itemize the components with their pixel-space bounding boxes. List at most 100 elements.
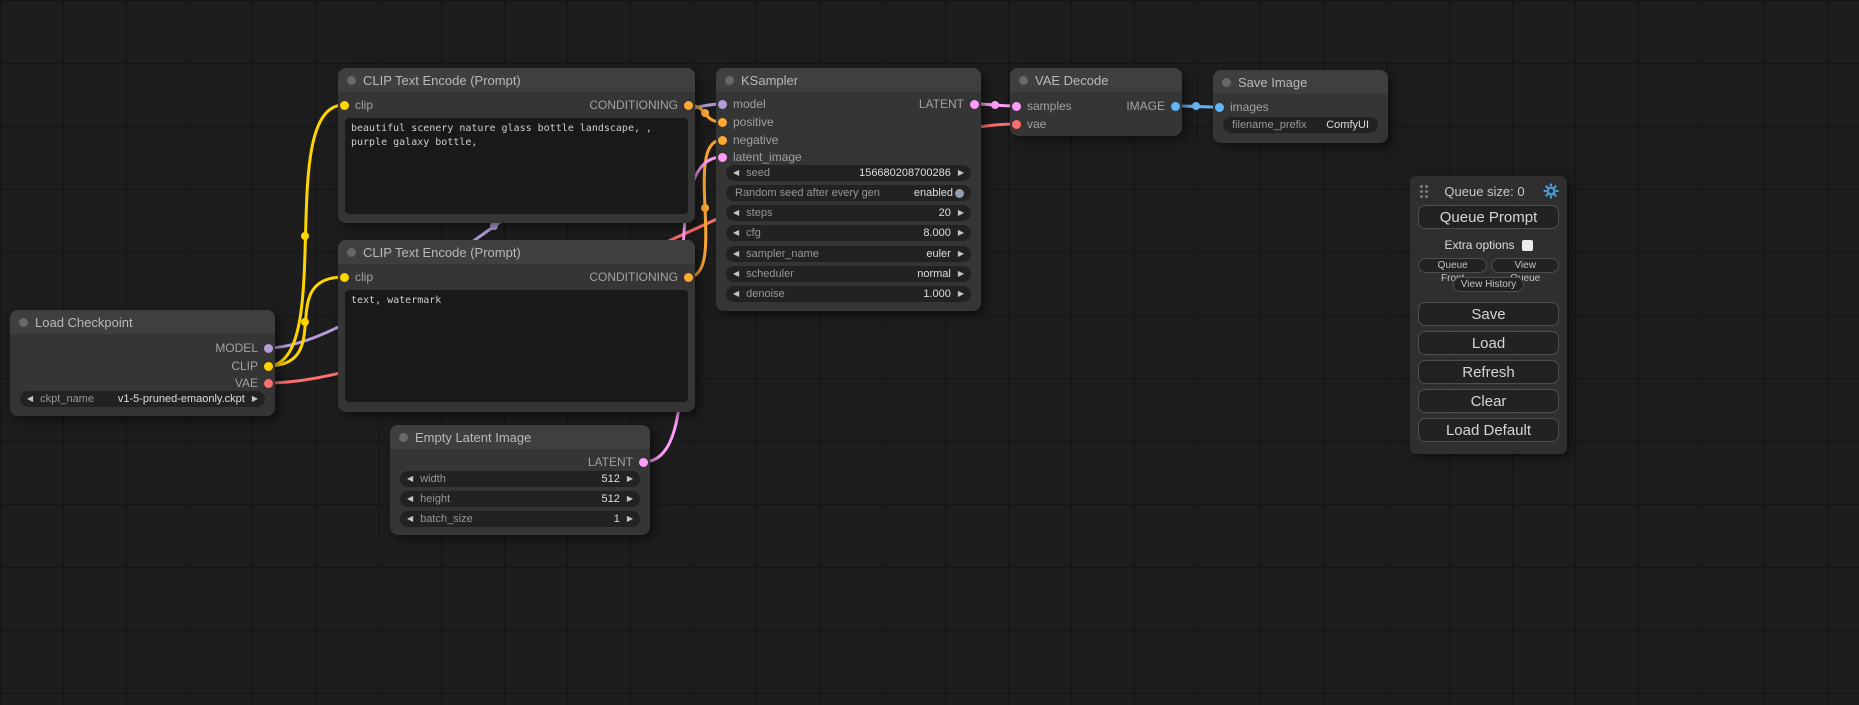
widget-name: width — [420, 473, 446, 485]
negative-prompt-textarea[interactable]: text, watermark — [345, 290, 688, 402]
arrow-right-icon[interactable]: ▶ — [252, 395, 258, 403]
arrow-left-icon[interactable]: ◀ — [733, 229, 739, 237]
collapse-toggle[interactable] — [1222, 78, 1231, 87]
node-clip-text-encode-negative[interactable]: CLIP Text Encode (Prompt) clip CONDITION… — [338, 240, 695, 412]
queue-front-button[interactable]: Queue Front — [1418, 258, 1487, 273]
collapse-toggle[interactable] — [347, 248, 356, 257]
load-default-button[interactable]: Load Default — [1418, 418, 1559, 442]
arrow-left-icon[interactable]: ◀ — [733, 250, 739, 258]
output-slot-latent: LATENT — [919, 96, 979, 112]
latent-image-input-dot[interactable] — [718, 153, 727, 162]
arrow-right-icon[interactable]: ▶ — [958, 270, 964, 278]
collapse-toggle[interactable] — [725, 76, 734, 85]
clip-input-dot[interactable] — [340, 273, 349, 282]
vae-input-dot[interactable] — [1012, 120, 1021, 129]
input-slot-label: negative — [733, 133, 778, 147]
vae-output-dot[interactable] — [264, 379, 273, 388]
node-vae-decode[interactable]: VAE Decode samples vae IMAGE — [1010, 68, 1182, 136]
refresh-button[interactable]: Refresh — [1418, 360, 1559, 384]
latent-output-dot[interactable] — [639, 458, 648, 467]
queue-prompt-button[interactable]: Queue Prompt — [1418, 205, 1559, 229]
denoise-stepper[interactable]: ◀ denoise 1.000 ▶ — [726, 286, 971, 302]
images-input-dot[interactable] — [1215, 103, 1224, 112]
node-graph-canvas[interactable]: Load Checkpoint MODEL CLIP VAE ◀ ckpt_na… — [0, 0, 1859, 705]
widget-name: sampler_name — [746, 248, 819, 260]
view-queue-button[interactable]: View Queue — [1491, 258, 1559, 273]
node-title-bar[interactable]: VAE Decode — [1010, 68, 1182, 92]
ckpt-name-combo[interactable]: ◀ ckpt_name v1-5-pruned-emaonly.ckpt ▶ — [20, 391, 265, 407]
collapse-toggle[interactable] — [347, 76, 356, 85]
seed-stepper[interactable]: ◀ seed 156680208700286 ▶ — [726, 165, 971, 181]
node-title-bar[interactable]: Save Image — [1213, 70, 1388, 94]
collapse-toggle[interactable] — [19, 318, 28, 327]
arrow-left-icon[interactable]: ◀ — [27, 395, 33, 403]
arrow-left-icon[interactable]: ◀ — [733, 169, 739, 177]
node-title: CLIP Text Encode (Prompt) — [363, 73, 521, 88]
load-button[interactable]: Load — [1418, 331, 1559, 355]
samples-input-dot[interactable] — [1012, 102, 1021, 111]
node-ksampler[interactable]: KSampler model positive negative latent_… — [716, 68, 981, 311]
width-stepper[interactable]: ◀ width 512 ▶ — [400, 471, 640, 487]
arrow-right-icon[interactable]: ▶ — [627, 495, 633, 503]
steps-stepper[interactable]: ◀ steps 20 ▶ — [726, 205, 971, 221]
save-button[interactable]: Save — [1418, 302, 1559, 326]
filename-prefix-field[interactable]: filename_prefix ComfyUI — [1223, 117, 1378, 133]
arrow-right-icon[interactable]: ▶ — [958, 229, 964, 237]
node-clip-text-encode-positive[interactable]: CLIP Text Encode (Prompt) clip CONDITION… — [338, 68, 695, 223]
arrow-left-icon[interactable]: ◀ — [733, 209, 739, 217]
arrow-right-icon[interactable]: ▶ — [627, 475, 633, 483]
node-title-bar[interactable]: KSampler — [716, 68, 981, 92]
arrow-right-icon[interactable]: ▶ — [627, 515, 633, 523]
latent-output-dot[interactable] — [970, 100, 979, 109]
positive-prompt-textarea[interactable]: beautiful scenery nature glass bottle la… — [345, 118, 688, 214]
height-stepper[interactable]: ◀ height 512 ▶ — [400, 491, 640, 507]
input-slot-clip: clip — [340, 97, 373, 113]
model-input-dot[interactable] — [718, 100, 727, 109]
arrow-left-icon[interactable]: ◀ — [733, 290, 739, 298]
arrow-right-icon[interactable]: ▶ — [958, 209, 964, 217]
conditioning-output-dot[interactable] — [684, 101, 693, 110]
arrow-left-icon[interactable]: ◀ — [407, 495, 413, 503]
node-title-bar[interactable]: Empty Latent Image — [390, 425, 650, 449]
view-history-button[interactable]: View History — [1453, 277, 1524, 292]
widget-value: 512 — [601, 473, 619, 485]
widget-name: ckpt_name — [40, 393, 94, 405]
input-slot-vae: vae — [1012, 116, 1046, 132]
collapse-toggle[interactable] — [399, 433, 408, 442]
node-title-bar[interactable]: CLIP Text Encode (Prompt) — [338, 240, 695, 264]
output-slot-conditioning: CONDITIONING — [589, 97, 693, 113]
positive-input-dot[interactable] — [718, 118, 727, 127]
node-empty-latent-image[interactable]: Empty Latent Image LATENT ◀ width 512 ▶ … — [390, 425, 650, 535]
widget-name: cfg — [746, 227, 761, 239]
collapse-toggle[interactable] — [1019, 76, 1028, 85]
clip-output-dot[interactable] — [264, 362, 273, 371]
model-output-dot[interactable] — [264, 344, 273, 353]
arrow-right-icon[interactable]: ▶ — [958, 169, 964, 177]
drag-handle-icon[interactable] — [1420, 185, 1423, 188]
sampler-name-combo[interactable]: ◀ sampler_name euler ▶ — [726, 246, 971, 262]
node-title-bar[interactable]: Load Checkpoint — [10, 310, 275, 334]
settings-gear-icon[interactable] — [1543, 183, 1559, 199]
widget-name: Random seed after every gen — [735, 187, 880, 199]
link-midpoint-dot — [301, 318, 309, 326]
conditioning-output-dot[interactable] — [684, 273, 693, 282]
arrow-right-icon[interactable]: ▶ — [958, 290, 964, 298]
negative-input-dot[interactable] — [718, 136, 727, 145]
toggle-dot-icon[interactable] — [955, 189, 964, 198]
input-slot-label: clip — [355, 98, 373, 112]
arrow-right-icon[interactable]: ▶ — [958, 250, 964, 258]
node-save-image[interactable]: Save Image images filename_prefix ComfyU… — [1213, 70, 1388, 143]
image-output-dot[interactable] — [1171, 102, 1180, 111]
scheduler-combo[interactable]: ◀ scheduler normal ▶ — [726, 266, 971, 282]
cfg-stepper[interactable]: ◀ cfg 8.000 ▶ — [726, 225, 971, 241]
batch-size-stepper[interactable]: ◀ batch_size 1 ▶ — [400, 511, 640, 527]
node-title-bar[interactable]: CLIP Text Encode (Prompt) — [338, 68, 695, 92]
arrow-left-icon[interactable]: ◀ — [733, 270, 739, 278]
clip-input-dot[interactable] — [340, 101, 349, 110]
arrow-left-icon[interactable]: ◀ — [407, 515, 413, 523]
extra-options-checkbox[interactable] — [1522, 240, 1533, 251]
node-load-checkpoint[interactable]: Load Checkpoint MODEL CLIP VAE ◀ ckpt_na… — [10, 310, 275, 416]
random-seed-toggle[interactable]: Random seed after every gen enabled — [726, 185, 971, 201]
arrow-left-icon[interactable]: ◀ — [407, 475, 413, 483]
clear-button[interactable]: Clear — [1418, 389, 1559, 413]
